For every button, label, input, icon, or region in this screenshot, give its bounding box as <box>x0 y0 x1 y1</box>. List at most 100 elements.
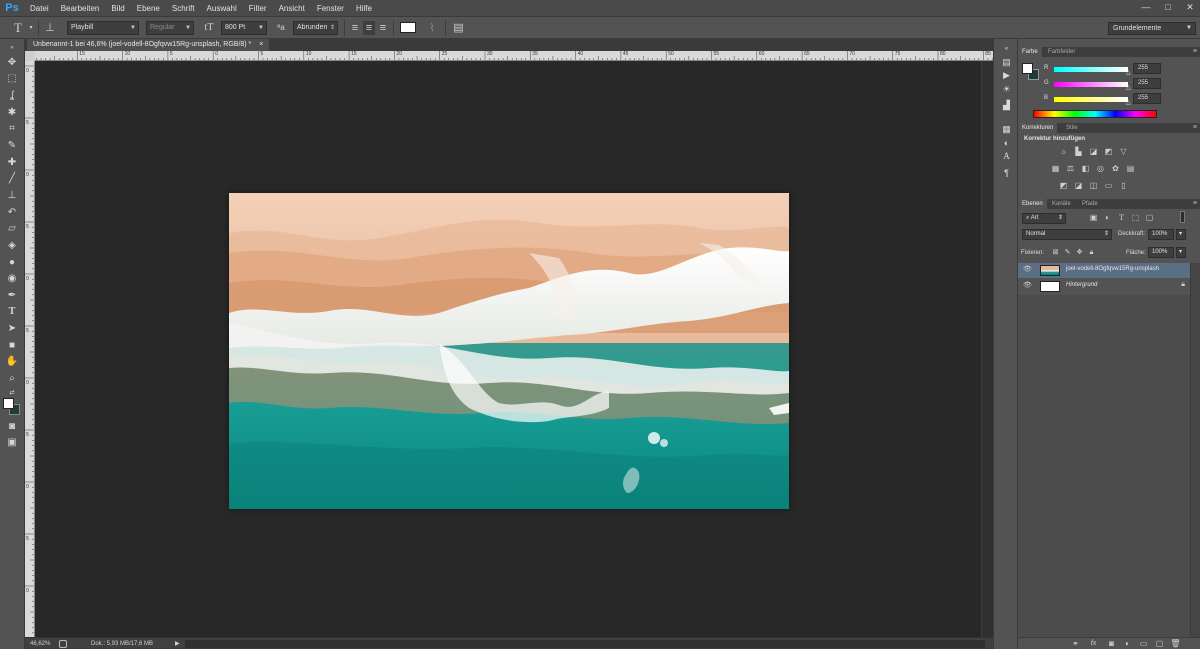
blur-tool-icon[interactable]: ● <box>3 256 21 270</box>
link-icon[interactable]: ⚭ <box>1070 639 1081 649</box>
eye-icon[interactable]: 👁︎ <box>1023 281 1032 289</box>
mask-icon[interactable]: ◙ <box>1106 639 1117 649</box>
quick-mask-icon[interactable]: ◙ <box>3 420 21 434</box>
layers-list-empty-area[interactable] <box>1018 295 1190 637</box>
trash-icon[interactable]: 🗑︎ <box>1170 639 1181 649</box>
filter-type-icon[interactable]: T <box>1116 213 1127 223</box>
tab-ebenen[interactable]: Ebenen <box>1018 199 1047 209</box>
menu-fenster[interactable]: Fenster <box>311 0 350 17</box>
new-layer-icon[interactable]: ▢ <box>1154 639 1165 649</box>
slider-handle[interactable]: △ <box>1126 84 1131 91</box>
brightness-contrast-icon[interactable]: ☼ <box>1058 147 1069 157</box>
align-right-icon[interactable]: ≡ <box>377 21 389 35</box>
antialias-dropdown[interactable]: Abrunden ⇕ <box>293 21 338 35</box>
tab-stile[interactable]: Stile <box>1062 123 1082 133</box>
character-panel-icon[interactable]: ▤ <box>452 21 465 35</box>
filter-smart-object-icon[interactable]: ▢ <box>1144 213 1155 223</box>
document-image[interactable] <box>229 193 789 509</box>
tab-farbe[interactable]: Farbe <box>1018 47 1042 57</box>
exposure-icon[interactable]: ◩ <box>1103 147 1114 157</box>
marquee-tool-icon[interactable]: ⬚ <box>3 72 21 86</box>
opacity-dropdown-icon[interactable]: ▾ <box>1176 229 1186 240</box>
healing-brush-tool-icon[interactable]: ✚ <box>3 156 21 170</box>
swatches-panel-icon[interactable]: ◐ <box>1000 137 1013 149</box>
menu-schrift[interactable]: Schrift <box>166 0 201 17</box>
brush-tool-icon[interactable]: ╱ <box>3 172 21 186</box>
opacity-field[interactable]: 100% <box>1148 229 1174 240</box>
layer-name[interactable]: joel-vodell-8Ogfqvw15Rg-unsplash <box>1066 266 1159 272</box>
black-white-icon[interactable]: ◧ <box>1080 164 1091 174</box>
menu-bild[interactable]: Bild <box>105 0 130 17</box>
layer-row[interactable]: 👁︎ Hintergrund 🔒︎ <box>1018 279 1190 294</box>
channel-value-field[interactable]: 255 <box>1133 93 1161 104</box>
panel-menu-icon[interactable]: ≡ <box>1193 123 1197 133</box>
paragraph-panel-icon[interactable]: ¶ <box>1000 167 1013 179</box>
lock-all-icon[interactable]: 🔒︎ <box>1086 248 1097 258</box>
slider-track[interactable] <box>1054 97 1128 102</box>
paint-bucket-tool-icon[interactable]: ◈ <box>3 239 21 253</box>
quick-selection-tool-icon[interactable]: ✱ <box>3 106 21 120</box>
rectangle-tool-icon[interactable]: ■ <box>3 339 21 353</box>
filter-toggle[interactable] <box>1180 211 1185 223</box>
panel-menu-icon[interactable]: ≡ <box>1193 199 1197 209</box>
collapse-icon[interactable]: » <box>3 41 21 55</box>
lock-transparent-icon[interactable]: ⊠ <box>1050 248 1061 258</box>
align-left-icon[interactable]: ≡ <box>349 21 361 35</box>
export-icon[interactable] <box>59 640 67 648</box>
photo-filter-icon[interactable]: ◎ <box>1095 164 1106 174</box>
eraser-tool-icon[interactable]: ▱ <box>3 222 21 236</box>
menu-ansicht[interactable]: Ansicht <box>273 0 311 17</box>
close-tab-icon[interactable]: × <box>259 41 263 48</box>
eye-icon[interactable]: 👁︎ <box>1023 265 1032 273</box>
collapse-icon[interactable]: « <box>1000 43 1013 55</box>
posterize-icon[interactable]: ◪ <box>1073 181 1084 191</box>
menu-datei[interactable]: Datei <box>24 0 55 17</box>
vibrance-icon[interactable]: ▽ <box>1118 147 1129 157</box>
path-selection-tool-icon[interactable]: ➤ <box>3 322 21 336</box>
slider-handle[interactable]: △ <box>1126 69 1131 76</box>
close-button[interactable]: ✕ <box>1180 0 1200 14</box>
menu-hilfe[interactable]: Hilfe <box>350 0 378 17</box>
ruler-origin[interactable] <box>25 51 35 61</box>
crop-tool-icon[interactable]: ⌗ <box>3 122 21 136</box>
color-lookup-icon[interactable]: ▤ <box>1125 164 1136 174</box>
channel-value-field[interactable]: 255 <box>1133 63 1161 74</box>
slider-track[interactable] <box>1054 67 1128 72</box>
menu-filter[interactable]: Filter <box>243 0 273 17</box>
dodge-tool-icon[interactable]: ◉ <box>3 272 21 286</box>
hand-tool-icon[interactable]: ✋ <box>3 355 21 369</box>
font-family-dropdown[interactable]: Playbill ▼ <box>67 21 139 35</box>
ruler-vertical[interactable]: 0 5 0 5 0 5 0 5 0 5 0 <box>25 61 35 637</box>
move-tool-icon[interactable]: ✥ <box>3 56 21 70</box>
lasso-tool-icon[interactable]: ʆ <box>3 89 21 103</box>
layers-scrollbar[interactable] <box>1190 263 1200 637</box>
invert-icon[interactable]: ◩ <box>1058 181 1069 191</box>
foreground-color-swatch[interactable] <box>3 398 14 409</box>
group-icon[interactable]: ▭ <box>1138 639 1149 649</box>
threshold-icon[interactable]: ◫ <box>1088 181 1099 191</box>
layer-name[interactable]: Hintergrund <box>1066 282 1097 288</box>
filter-pixel-icon[interactable]: ▣ <box>1088 213 1099 223</box>
fill-dropdown-icon[interactable]: ▾ <box>1176 247 1186 258</box>
tab-kanaele[interactable]: Kanäle <box>1048 199 1075 209</box>
document-tab[interactable]: Unbenannt-1 bei 46,6% (joel-vodell-8Ogfq… <box>27 39 270 51</box>
eyedropper-tool-icon[interactable]: ✎ <box>3 139 21 153</box>
slider-track[interactable] <box>1054 82 1128 87</box>
tab-korrekturen[interactable]: Korrekturen <box>1018 123 1058 133</box>
text-orientation-icon[interactable]: ⊥ <box>43 21 57 35</box>
horizontal-scrollbar[interactable] <box>185 640 985 648</box>
slider-handle[interactable]: △ <box>1126 99 1131 106</box>
tab-farbfelder[interactable]: Farbfelder <box>1044 47 1079 57</box>
actions-panel-icon[interactable]: ▶ <box>1000 69 1013 81</box>
text-color-swatch[interactable] <box>400 22 416 33</box>
adjustment-icon[interactable]: ◐ <box>1122 639 1133 649</box>
character-panel-icon[interactable]: A <box>1000 150 1013 162</box>
vertical-scrollbar[interactable] <box>981 61 993 637</box>
layer-row[interactable]: 👁︎ joel-vodell-8Ogfqvw15Rg-unsplash <box>1018 263 1190 278</box>
lock-position-icon[interactable]: ✥ <box>1074 248 1085 258</box>
clone-stamp-tool-icon[interactable]: ⊥ <box>3 189 21 203</box>
align-center-icon[interactable]: ≡ <box>363 21 375 35</box>
levels-icon[interactable]: ▙ <box>1073 147 1084 157</box>
panel-menu-icon[interactable]: ≡ <box>1193 47 1197 57</box>
menu-auswahl[interactable]: Auswahl <box>201 0 243 17</box>
